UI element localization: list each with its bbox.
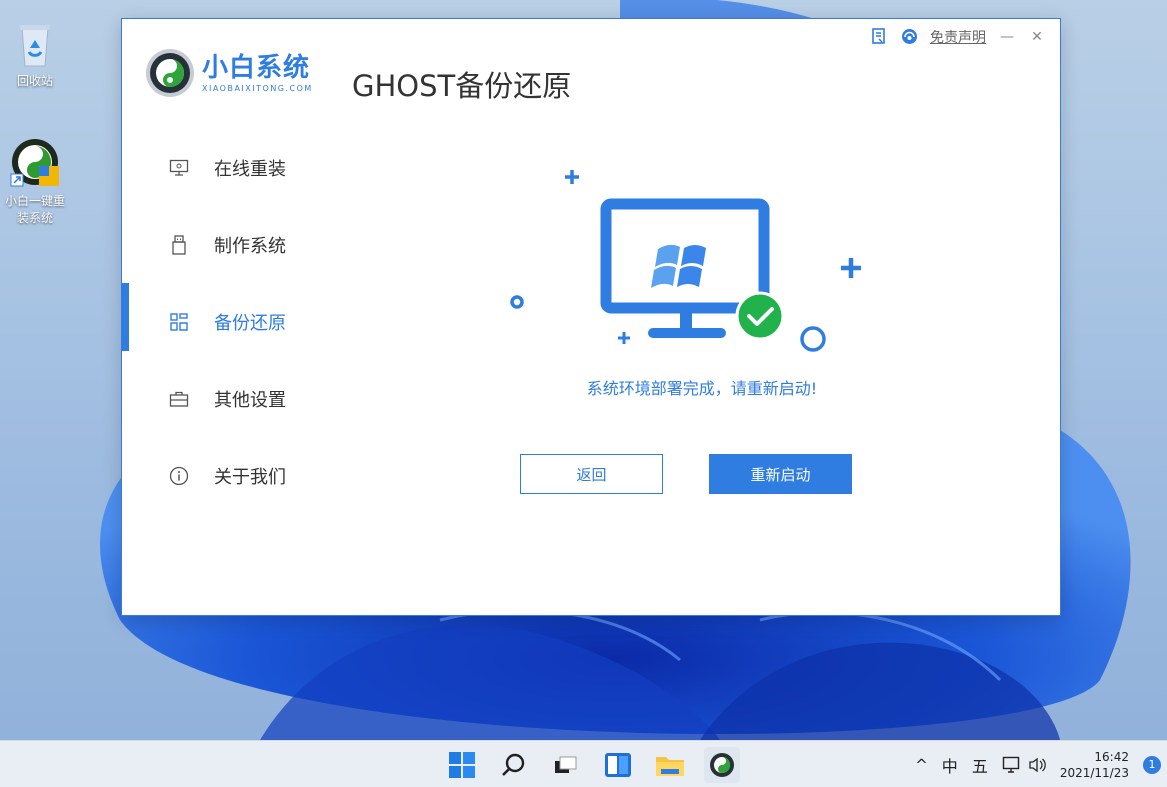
windows-start-icon bbox=[449, 751, 475, 778]
ime-mode[interactable]: 五 bbox=[972, 753, 988, 777]
check-circle-icon bbox=[735, 291, 785, 341]
sidebar-item-other-settings[interactable]: 其他设置 bbox=[122, 360, 382, 437]
clock-time: 16:42 bbox=[1094, 749, 1129, 764]
file-explorer-button[interactable] bbox=[652, 747, 688, 783]
sidebar-item-label: 在线重装 bbox=[214, 158, 286, 180]
usb-drive-icon bbox=[168, 234, 190, 256]
recycle-bin-icon bbox=[14, 22, 56, 68]
folder-icon bbox=[656, 756, 684, 776]
widgets-button[interactable] bbox=[600, 747, 636, 783]
sidebar-nav: 在线重装 制作系统 备份还原 其他设置 关于我们 bbox=[121, 129, 382, 514]
network-volume-group[interactable] bbox=[1002, 756, 1046, 774]
clock[interactable]: 16:42 2021/11/23 bbox=[1060, 749, 1129, 781]
taskbar: ^ 中 五 16:42 2021/11/23 1 bbox=[0, 740, 1167, 787]
back-button[interactable]: 返回 bbox=[520, 454, 663, 494]
brand: 小白系统 XIAOBAIXITONG.COM bbox=[144, 47, 313, 99]
desktop-icon-label: 回收站 bbox=[16, 74, 53, 88]
system-tray: ^ 中 五 16:42 2021/11/23 1 bbox=[915, 741, 1161, 787]
widgets-icon bbox=[605, 752, 631, 777]
xiaobai-logo-icon bbox=[144, 47, 196, 99]
xiaobai-taskbar-button[interactable] bbox=[704, 746, 740, 783]
window-controls: 免责声明 — ✕ bbox=[870, 27, 1046, 47]
desktop-icon-recycle-bin[interactable]: 回收站 bbox=[0, 22, 70, 89]
sidebar-item-make-system[interactable]: 制作系统 bbox=[122, 206, 382, 283]
chevron-up-icon[interactable]: ^ bbox=[915, 756, 928, 774]
search-icon bbox=[502, 753, 525, 776]
feedback-icon[interactable] bbox=[870, 28, 888, 46]
ime-language[interactable]: 中 bbox=[942, 753, 958, 777]
briefcase-icon bbox=[168, 388, 190, 410]
sidebar-item-online-reinstall[interactable]: 在线重装 bbox=[122, 129, 382, 206]
minimize-button[interactable]: — bbox=[998, 28, 1016, 46]
brand-name: 小白系统 bbox=[202, 52, 311, 83]
windows-logo-icon bbox=[651, 244, 706, 288]
start-button[interactable] bbox=[444, 747, 480, 783]
xiaobai-app-icon bbox=[9, 136, 61, 188]
sidebar-item-label: 制作系统 bbox=[214, 235, 286, 257]
sidebar-item-backup-restore[interactable]: 备份还原 bbox=[121, 283, 382, 360]
task-view-button[interactable] bbox=[548, 747, 584, 783]
search-button[interactable] bbox=[496, 747, 532, 783]
sidebar-item-about-us[interactable]: 关于我们 bbox=[122, 437, 382, 514]
disclaimer-link[interactable]: 免责声明 bbox=[930, 27, 986, 47]
sidebar-item-label: 其他设置 bbox=[214, 389, 286, 411]
desktop-icon-label: 小白一键重装系统 bbox=[4, 194, 65, 225]
taskbar-apps bbox=[444, 741, 740, 787]
status-message: 系统环境部署完成，请重新启动! bbox=[586, 379, 818, 398]
notification-badge[interactable]: 1 bbox=[1143, 755, 1161, 774]
info-icon bbox=[168, 465, 190, 487]
customer-service-icon[interactable] bbox=[900, 28, 918, 46]
brand-subtitle: XIAOBAIXITONG.COM bbox=[202, 83, 313, 93]
deployment-complete-illustration bbox=[510, 170, 861, 352]
sidebar-item-label: 关于我们 bbox=[214, 466, 286, 488]
page-title: GHOST备份还原 bbox=[352, 69, 572, 103]
close-button[interactable]: ✕ bbox=[1028, 28, 1046, 46]
network-icon bbox=[1002, 756, 1020, 773]
xiaobai-app-icon bbox=[710, 752, 734, 777]
restart-button[interactable]: 重新启动 bbox=[709, 454, 852, 494]
task-view-icon bbox=[555, 756, 577, 773]
desktop-icon-xiaobai[interactable]: 小白一键重装系统 bbox=[0, 136, 70, 226]
sidebar-item-label: 备份还原 bbox=[214, 312, 286, 334]
monitor-icon bbox=[168, 157, 190, 179]
clock-date: 2021/11/23 bbox=[1059, 765, 1129, 780]
volume-icon bbox=[1029, 757, 1046, 772]
backup-grid-icon bbox=[168, 311, 190, 333]
app-window: 小白系统 XIAOBAIXITONG.COM GHOST备份还原 免责声明 — … bbox=[121, 18, 1061, 616]
